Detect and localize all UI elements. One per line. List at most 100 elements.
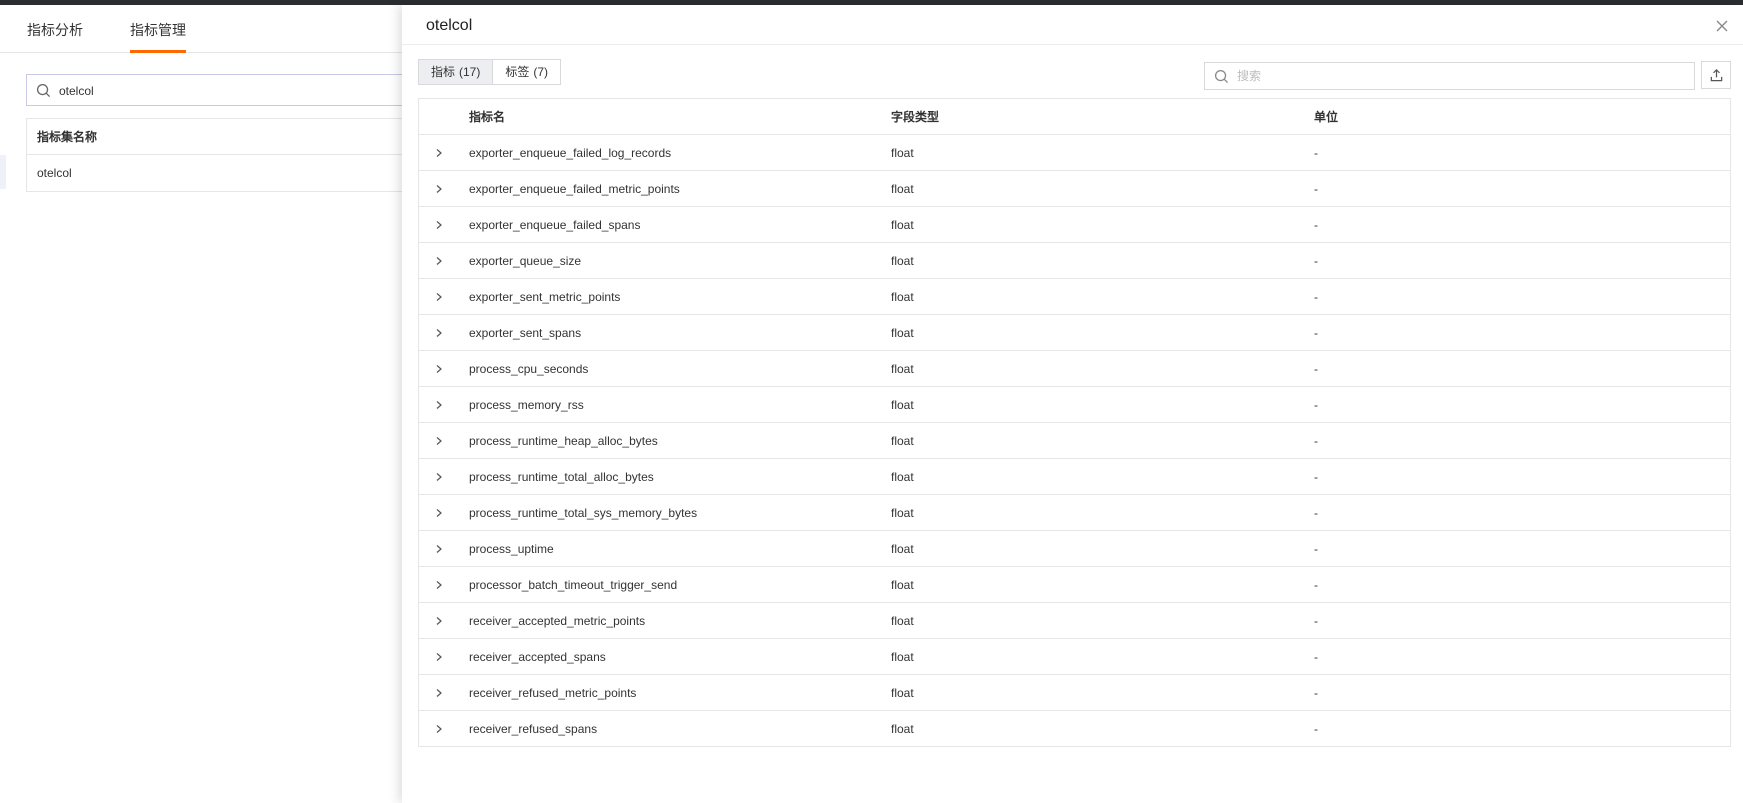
metric-field-type: float (891, 614, 914, 628)
metric-unit: - (1314, 542, 1318, 556)
table-row[interactable]: process_uptime float - (419, 531, 1730, 567)
chevron-right-icon (436, 544, 442, 553)
metric-set-search[interactable] (26, 74, 446, 106)
metric-field-type: float (891, 686, 914, 700)
table-row[interactable]: process_memory_rss float - (419, 387, 1730, 423)
export-button[interactable] (1701, 61, 1731, 89)
metric-search[interactable] (1204, 62, 1695, 90)
column-header-type: 字段类型 (891, 110, 940, 124)
expand-row-button[interactable] (419, 171, 459, 207)
metric-unit: - (1314, 686, 1318, 700)
chevron-right-icon (436, 436, 442, 445)
expand-row-button[interactable] (419, 603, 459, 639)
chevron-right-icon (436, 184, 442, 193)
metric-name: receiver_refused_spans (469, 722, 598, 736)
table-row[interactable]: exporter_enqueue_failed_log_records float… (419, 135, 1730, 171)
metric-unit: - (1314, 290, 1318, 304)
metric-name: process_memory_rss (469, 398, 584, 412)
metric-field-type: float (891, 218, 914, 232)
tab-metric-analysis[interactable]: 指标分析 (27, 20, 83, 40)
metric-field-type: float (891, 362, 914, 376)
metric-unit: - (1314, 326, 1318, 340)
expand-row-button[interactable] (419, 423, 459, 459)
metric-name: exporter_sent_spans (469, 326, 582, 340)
segment-labels[interactable]: 标签 (7) (492, 60, 561, 84)
expand-row-button[interactable] (419, 531, 459, 567)
table-row[interactable]: processor_batch_timeout_trigger_send floa… (419, 567, 1730, 603)
chevron-right-icon (436, 616, 442, 625)
row-highlight-edge (0, 155, 6, 189)
metric-name: exporter_enqueue_failed_spans (469, 218, 641, 232)
metric-unit: - (1314, 506, 1318, 520)
metric-unit: - (1314, 362, 1318, 376)
metric-name: process_runtime_heap_alloc_bytes (469, 434, 658, 448)
chevron-right-icon (436, 148, 442, 157)
chevron-right-icon (436, 508, 442, 517)
segment-labels-label: 标签 (505, 65, 530, 79)
table-row[interactable]: exporter_sent_metric_points float - (419, 279, 1730, 315)
metric-set-row[interactable]: otelcol (27, 155, 445, 191)
tab-metric-management[interactable]: 指标管理 (130, 20, 186, 53)
chevron-right-icon (436, 400, 442, 409)
table-row[interactable]: receiver_accepted_spans float - (419, 639, 1730, 675)
segment-metrics[interactable]: 指标 (17) (419, 60, 493, 84)
table-row[interactable]: process_runtime_total_sys_memory_bytes fl… (419, 495, 1730, 531)
expand-row-button[interactable] (419, 711, 459, 747)
expand-row-button[interactable] (419, 639, 459, 675)
table-row[interactable]: receiver_accepted_metric_points float - (419, 603, 1730, 639)
table-row[interactable]: exporter_enqueue_failed_spans float - (419, 207, 1730, 243)
metric-unit: - (1314, 218, 1318, 232)
metric-unit: - (1314, 182, 1318, 196)
metric-unit: - (1314, 470, 1318, 484)
expand-row-button[interactable] (419, 495, 459, 531)
metric-name: receiver_accepted_metric_points (469, 614, 646, 628)
metric-unit: - (1314, 614, 1318, 628)
table-row[interactable]: process_cpu_seconds float - (419, 351, 1730, 387)
close-icon[interactable] (1712, 16, 1732, 36)
expand-row-button[interactable] (419, 315, 459, 351)
table-row[interactable]: exporter_sent_spans float - (419, 315, 1730, 351)
expand-row-button[interactable] (419, 351, 459, 387)
chevron-right-icon (436, 220, 442, 229)
table-row[interactable]: receiver_refused_metric_points float - (419, 675, 1730, 711)
expand-row-button[interactable] (419, 387, 459, 423)
metric-name: processor_batch_timeout_trigger_send (469, 578, 678, 592)
expand-row-button[interactable] (419, 279, 459, 315)
drawer-title: otelcol (426, 17, 473, 34)
metric-table: 指标名 字段类型 单位 exporter_enqueue_failed_log_… (418, 98, 1731, 747)
metric-table-body: exporter_enqueue_failed_log_recordsfloat… (419, 135, 1730, 747)
segment-metrics-label: 指标 (431, 65, 456, 79)
expand-row-button[interactable] (419, 459, 459, 495)
chevron-right-icon (436, 580, 442, 589)
expand-row-button[interactable] (419, 567, 459, 603)
search-icon (36, 83, 51, 98)
metric-set-table-header: 指标集名称 (27, 119, 445, 155)
table-row[interactable]: receiver_refused_spans float - (419, 711, 1730, 747)
metric-name: receiver_refused_metric_points (469, 686, 637, 700)
column-header-name: 指标名 (469, 110, 506, 124)
segment-labels-count: (7) (533, 65, 549, 79)
export-icon (1710, 69, 1723, 82)
metric-unit: - (1314, 398, 1318, 412)
metric-unit: - (1314, 650, 1318, 664)
expand-row-button[interactable] (419, 135, 459, 171)
table-row[interactable]: process_runtime_heap_alloc_bytes float - (419, 423, 1730, 459)
metric-name: exporter_enqueue_failed_log_records (469, 146, 672, 160)
metric-field-type: float (891, 290, 914, 304)
expand-row-button[interactable] (419, 207, 459, 243)
metric-unit: - (1314, 146, 1318, 160)
table-row[interactable]: exporter_enqueue_failed_metric_points flo… (419, 171, 1730, 207)
table-row[interactable]: process_runtime_total_alloc_bytes float - (419, 459, 1730, 495)
column-header-unit: 单位 (1314, 110, 1339, 124)
expand-row-button[interactable] (419, 243, 459, 279)
table-row[interactable]: exporter_queue_size float - (419, 243, 1730, 279)
metric-name: process_runtime_total_sys_memory_bytes (469, 506, 698, 520)
metric-field-type: float (891, 506, 914, 520)
expand-row-button[interactable] (419, 675, 459, 711)
metric-field-type: float (891, 254, 914, 268)
metric-name: process_uptime (469, 542, 554, 556)
metric-unit: - (1314, 722, 1318, 736)
metric-search-input[interactable] (1237, 67, 1677, 85)
metric-name: receiver_accepted_spans (469, 650, 606, 664)
metric-set-search-input[interactable] (59, 81, 419, 101)
